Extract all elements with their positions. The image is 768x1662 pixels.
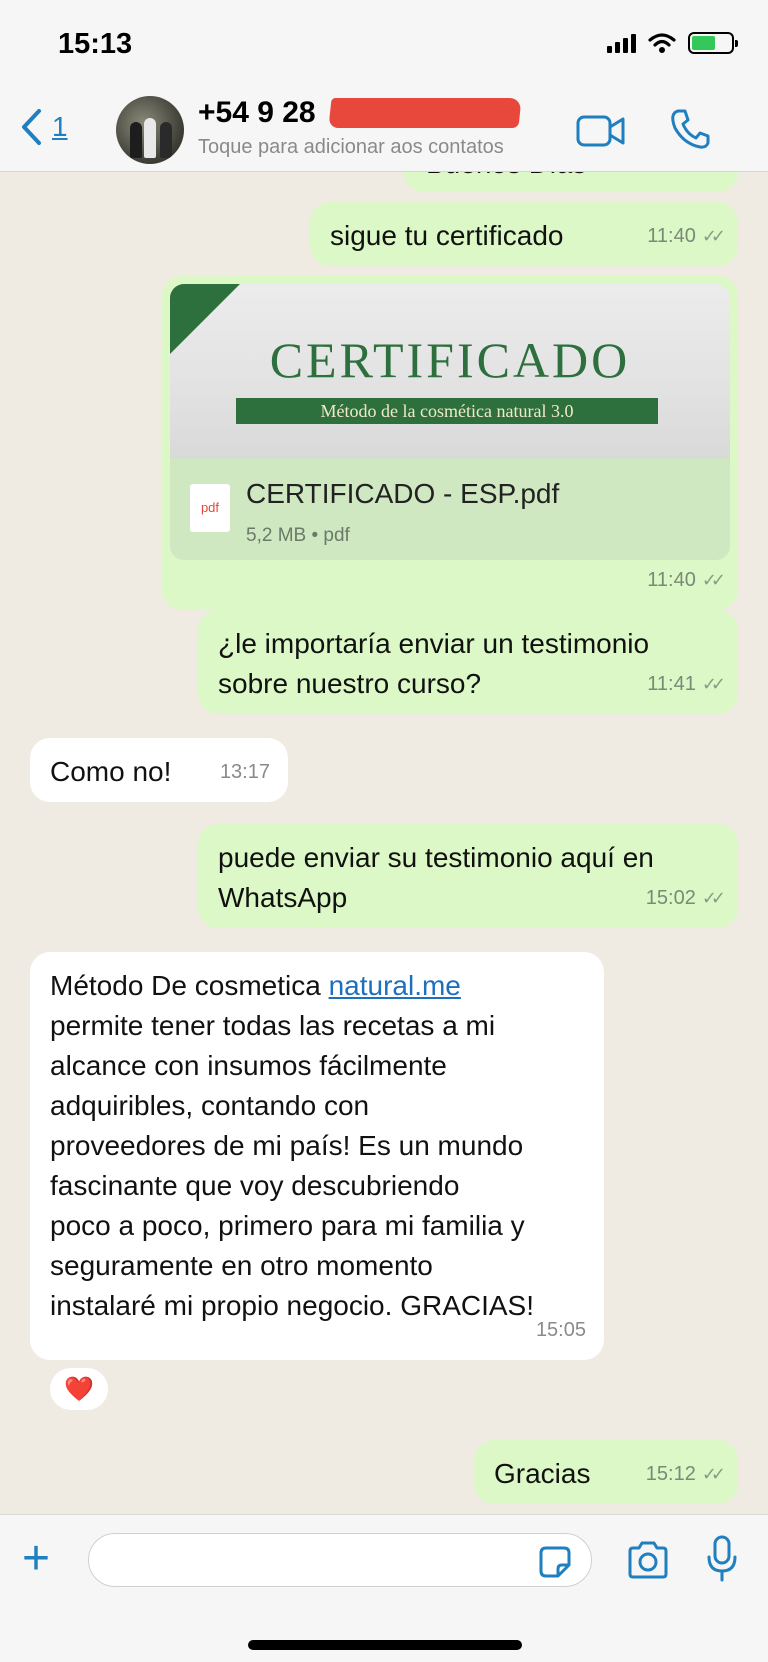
message-time: 15:05 [535,1319,586,1341]
status-bar: 15:13 [0,0,768,88]
sticker-icon[interactable] [538,1545,572,1579]
message-meta: 11:40 ✓✓ [647,216,726,256]
message-text-line: alcance con insumos fácilmente [50,1050,447,1081]
signal-icon [607,33,636,53]
read-ticks-icon: ✓✓ [702,172,720,182]
contact-name[interactable]: +54 9 28 [198,96,316,130]
message-text-line: permite tener todas las recetas a mi [50,1010,496,1041]
message-time: 15:02 [645,887,696,909]
input-bar: + [0,1514,768,1662]
message-time: 11:40 [647,172,696,182]
preview-title: CERTIFICADO [269,332,631,388]
message-time: 11:40 [647,569,696,591]
unread-count[interactable]: 1 [52,111,68,143]
message-bubble[interactable]: Como no! 13:17 [30,738,288,802]
message-bubble[interactable]: Gracias 15:12 ✓✓ [474,1440,738,1504]
message-bubble[interactable]: puede enviar su testimonio aquí en Whats… [198,824,738,928]
read-ticks-icon: ✓✓ [701,1464,726,1484]
message-text: Gracias [494,1458,591,1489]
wifi-icon [648,33,676,53]
read-ticks-icon: ✓✓ [701,674,726,694]
chevron-left-icon [22,109,41,145]
file-info: 5,2 MB • pdf [246,525,350,546]
message-text: Buenos Días [426,172,586,184]
battery-icon [688,32,738,54]
file-info-row[interactable]: pdf CERTIFICADO - ESP.pdf 5,2 MB • pdf [170,458,730,560]
phone-icon[interactable] [670,108,710,150]
document-preview: CERTIFICADO Método de la cosmética natur… [170,284,730,458]
message-meta: 15:12 ✓✓ [645,1454,726,1494]
read-ticks-icon: ✓✓ [701,570,726,590]
pdf-file-icon: pdf [190,484,230,532]
message-bubble[interactable]: sigue tu certificado 11:40 ✓✓ [310,202,738,266]
back-button[interactable]: 1 [20,108,68,146]
read-ticks-icon: ✓✓ [701,888,726,908]
plus-icon[interactable]: + [22,1535,50,1583]
message-bubble[interactable]: Buenos Días 11:40 ✓✓ [404,172,738,192]
heart-reaction-icon[interactable]: ❤️ [48,1366,110,1412]
message-time: 11:41 [647,673,696,695]
message-text-prefix: Método De cosmetica [50,970,329,1001]
chat-header: 1 +54 9 28 Toque para adicionar aos cont… [0,88,768,172]
chat-area[interactable]: Buenos Días 11:40 ✓✓ sigue tu certificad… [0,172,768,1514]
read-ticks-icon: ✓✓ [701,226,726,246]
message-meta: 13:17 [220,752,270,792]
message-text-line: puede enviar su testimonio aquí en [218,842,654,873]
avatar[interactable] [116,96,184,164]
message-text: sigue tu certificado [330,220,564,251]
file-name: CERTIFICADO - ESP.pdf [246,478,560,509]
message-meta: 15:02 ✓✓ [645,878,726,918]
message-text-line: ¿le importaría enviar un testimonio [218,628,650,659]
home-indicator[interactable] [248,1640,522,1650]
message-text-line: seguramente en otro momento [50,1250,433,1281]
message-time: 11:40 [647,225,696,247]
status-time: 15:13 [58,28,133,60]
message-time: 13:17 [219,761,270,783]
message-meta: 11:41 ✓✓ [647,664,726,704]
video-call-icon[interactable] [576,114,626,148]
document-message[interactable]: CERTIFICADO Método de la cosmética natur… [162,276,738,610]
message-text-line: poco a poco, primero para mi familia y [50,1210,525,1241]
message-text-line: adquiribles, contando con [50,1090,370,1121]
redaction-mark [328,98,522,128]
microphone-icon[interactable] [706,1535,738,1583]
message-text-line: proveedores de mi país! Es un mundo [50,1130,524,1161]
message-text-line: Método De cosmetica natural.me [50,966,584,1006]
message-bubble[interactable]: Método De cosmetica natural.me permite t… [30,952,604,1360]
message-text-line: sobre nuestro curso? [218,668,482,699]
message-meta: 15:05 [536,1310,586,1350]
message-input[interactable] [88,1533,592,1587]
document-card[interactable]: CERTIFICADO Método de la cosmética natur… [170,284,730,560]
message-bubble[interactable]: ¿le importaría enviar un testimonio sobr… [198,610,738,714]
message-time: 15:12 [645,1463,696,1485]
message-text-line: instalaré mi propio negocio. GRACIAS! [50,1290,534,1321]
message-meta: 11:40 ✓✓ [647,172,720,182]
camera-icon[interactable] [626,1541,670,1579]
message-meta: 11:40 ✓✓ [647,560,726,600]
message-text-line: fascinante que voy descubriendo [50,1170,460,1201]
status-icons [607,32,738,54]
message-text: Como no! [50,756,172,787]
message-link[interactable]: natural.me [329,970,461,1001]
contact-subtitle[interactable]: Toque para adicionar aos contatos [198,136,504,159]
preview-subtitle: Método de la cosmética natural 3.0 [236,398,658,424]
message-text-line: WhatsApp [218,882,348,913]
